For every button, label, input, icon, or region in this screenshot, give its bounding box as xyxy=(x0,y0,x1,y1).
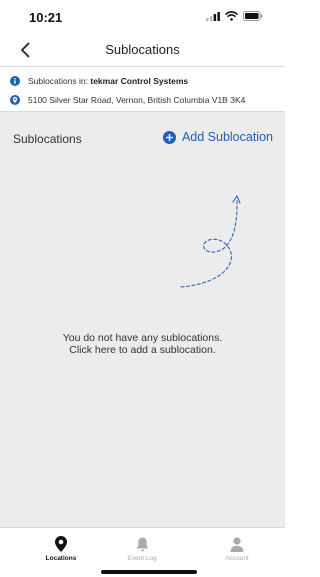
location-name: tekmar Control Systems xyxy=(90,76,189,86)
app-screen: 10:21 Sublocations Sublocations in: tekm… xyxy=(0,0,285,577)
dashed-arrow-icon xyxy=(180,195,241,288)
empty-state-line-1: You do not have any sublocations. xyxy=(62,332,223,344)
location-info-panel: Sublocations in: tekmar Control Systems … xyxy=(0,67,285,112)
tab-locations-label: Locations xyxy=(45,555,77,562)
wifi-icon xyxy=(225,11,238,21)
info-icon xyxy=(10,76,20,86)
signal-icon xyxy=(206,11,220,21)
location-pin-icon xyxy=(10,95,20,105)
plus-circle-icon xyxy=(162,130,176,144)
battery-icon xyxy=(243,11,263,21)
add-sublocation-label: Add Sublocation xyxy=(181,130,273,144)
person-icon xyxy=(230,537,244,552)
page-title: Sublocations xyxy=(105,42,180,57)
location-address: 5100 Silver Star Road, Vernon, British C… xyxy=(28,95,246,105)
status-bar: 10:21 xyxy=(0,0,285,34)
tab-event-log[interactable]: Event Log xyxy=(107,536,177,562)
tab-event-log-label: Event Log xyxy=(127,555,157,562)
home-indicator[interactable] xyxy=(101,570,197,574)
sublocations-in-prefix: Sublocations in: xyxy=(28,76,91,86)
tab-account[interactable]: Account xyxy=(202,536,272,562)
empty-state-message[interactable]: You do not have any sublocations. Click … xyxy=(0,332,285,356)
status-time: 10:21 xyxy=(29,10,63,25)
location-pin-icon xyxy=(55,536,67,552)
add-sublocation-button[interactable]: Add Sublocation xyxy=(162,130,273,144)
bell-icon xyxy=(136,537,148,552)
section-title: Sublocations xyxy=(13,132,82,146)
tab-account-label: Account xyxy=(225,555,249,562)
sublocations-in-text: Sublocations in: tekmar Control Systems xyxy=(28,76,188,86)
tab-locations[interactable]: Locations xyxy=(26,536,96,562)
empty-state-line-2: Click here to add a sublocation. xyxy=(69,344,216,356)
sublocations-header: Sublocations Add Sublocation xyxy=(0,126,285,152)
status-icons xyxy=(206,11,263,21)
navigation-bar: Sublocations xyxy=(0,34,285,67)
